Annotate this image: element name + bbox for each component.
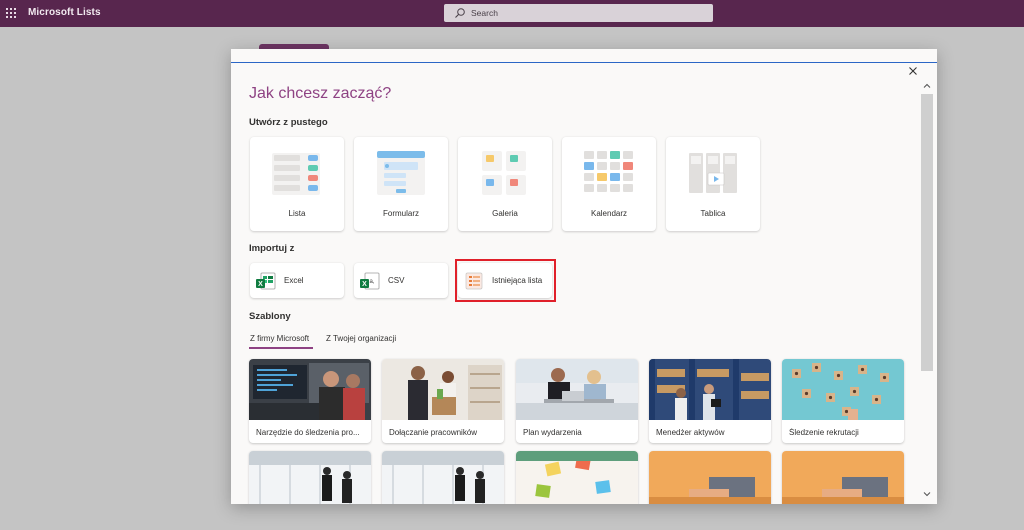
gallery-icon <box>482 151 526 195</box>
dialog-title: Jak chcesz zacząć? <box>249 85 392 102</box>
template-thumbnail <box>382 451 504 504</box>
template-thumbnail <box>516 359 638 420</box>
import-section-heading: Importuj z <box>249 243 295 254</box>
template-thumbnail <box>782 359 904 420</box>
templates-section-heading: Szablony <box>249 311 291 322</box>
tile-lista[interactable]: Lista <box>250 137 344 231</box>
calendar-icon <box>584 151 633 192</box>
template-thumbnail <box>649 451 771 504</box>
template-card-asset-manager[interactable]: Menedżer aktywów <box>649 359 771 443</box>
template-card-issue-tracker[interactable]: Narzędzie do śledzenia pro... <box>249 359 371 443</box>
template-card-onboarding[interactable]: Dołączanie pracowników <box>382 359 504 443</box>
excel-icon: X <box>256 272 276 290</box>
template-label: Dołączanie pracowników <box>389 428 478 437</box>
template-card-row2-1[interactable] <box>249 451 371 504</box>
search-placeholder: Search <box>471 8 498 18</box>
form-icon <box>377 151 425 195</box>
app-title[interactable]: Microsoft Lists <box>28 7 101 18</box>
template-label: Menedżer aktywów <box>656 428 725 437</box>
selected-tab-underline <box>249 347 313 349</box>
search-icon <box>455 8 465 18</box>
highlight-box <box>455 259 556 302</box>
template-thumbnail <box>249 359 371 420</box>
scroll-up-arrow-icon[interactable] <box>923 82 931 90</box>
tab-from-microsoft[interactable]: Z firmy Microsoft <box>250 334 309 343</box>
template-card-row2-5[interactable] <box>782 451 904 504</box>
tab-from-organization[interactable]: Z Twojej organizacji <box>326 334 396 343</box>
app-launcher-icon[interactable] <box>6 8 16 18</box>
csv-icon: a, X <box>360 272 380 290</box>
tile-tablica[interactable]: Tablica <box>666 137 760 231</box>
template-thumbnail <box>249 451 371 504</box>
template-label: Plan wydarzenia <box>523 428 582 437</box>
import-label: Excel <box>284 276 304 285</box>
app-bar: Microsoft Lists Search <box>0 0 1024 27</box>
scroll-down-arrow-icon[interactable] <box>923 490 931 498</box>
import-excel-button[interactable]: X Excel <box>250 263 344 298</box>
tile-galeria[interactable]: Galeria <box>458 137 552 231</box>
import-label: CSV <box>388 276 405 285</box>
close-icon[interactable] <box>907 65 919 77</box>
search-box[interactable]: Search <box>444 4 713 22</box>
board-icon <box>689 153 737 193</box>
create-list-dialog: Jak chcesz zacząć? Utwórz z pustego List… <box>231 49 937 504</box>
template-label: Narzędzie do śledzenia pro... <box>256 428 360 437</box>
template-card-event-plan[interactable]: Plan wydarzenia <box>516 359 638 443</box>
svg-text:a,: a, <box>369 279 374 285</box>
scrollbar-thumb[interactable] <box>921 94 933 371</box>
tile-kalendarz[interactable]: Kalendarz <box>562 137 656 231</box>
dialog-scrollbar[interactable] <box>921 80 933 504</box>
template-card-row2-2[interactable] <box>382 451 504 504</box>
blank-section-heading: Utwórz z pustego <box>249 117 328 128</box>
tile-label: Galeria <box>492 209 518 218</box>
tile-label: Formularz <box>382 209 419 218</box>
template-thumbnail <box>782 451 904 504</box>
template-thumbnail <box>382 359 504 420</box>
svg-text:X: X <box>258 281 263 288</box>
tile-label: Kalendarz <box>590 209 628 218</box>
dialog-top-line <box>231 62 937 63</box>
template-card-row2-3[interactable] <box>516 451 638 504</box>
import-csv-button[interactable]: a, X CSV <box>354 263 448 298</box>
tile-label: Tablica <box>700 209 726 218</box>
list-icon <box>272 153 320 195</box>
template-card-recruitment[interactable]: Śledzenie rekrutacji <box>782 359 904 443</box>
template-label: Śledzenie rekrutacji <box>789 428 859 437</box>
template-thumbnail <box>516 451 638 504</box>
svg-text:X: X <box>362 281 367 288</box>
tile-formularz[interactable]: Formularz <box>354 137 448 231</box>
tile-label: Lista <box>288 209 306 218</box>
template-card-row2-4[interactable] <box>649 451 771 504</box>
template-thumbnail <box>649 359 771 420</box>
